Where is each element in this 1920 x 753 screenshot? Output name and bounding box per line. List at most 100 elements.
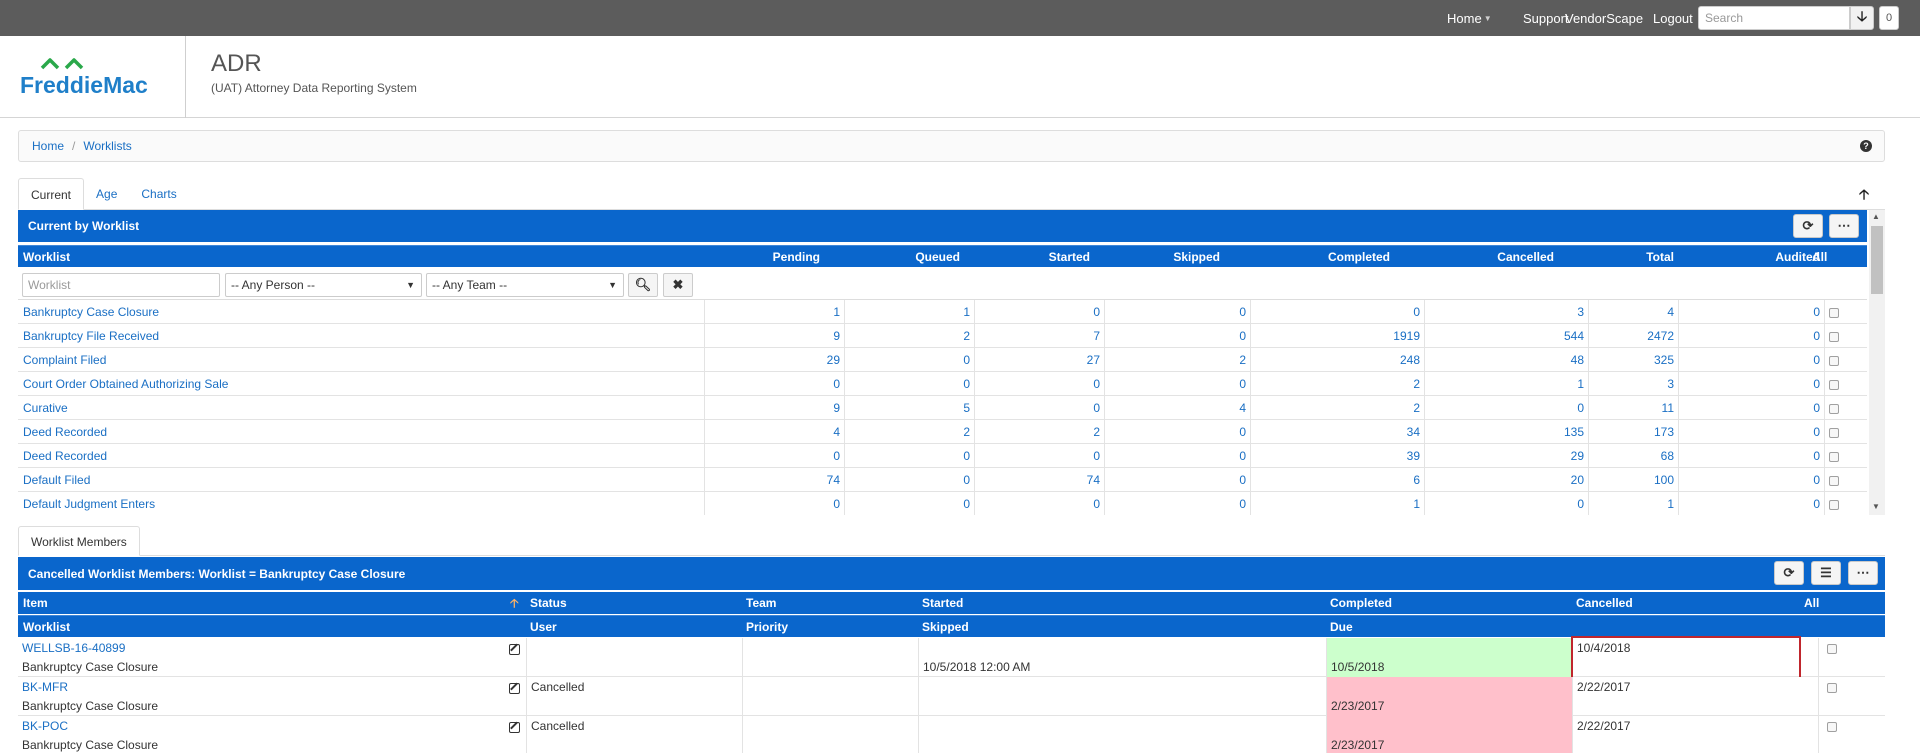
cell-pending[interactable]: 4 [704,420,844,444]
row-select-checkbox[interactable] [1824,372,1867,396]
nav-support[interactable]: Support [1523,0,1569,36]
cell-queued[interactable]: 0 [844,348,974,372]
col-started[interactable]: Started [974,246,1090,268]
nav-vendorscape[interactable]: VendorScape [1565,0,1643,36]
edit-icon[interactable] [509,644,520,655]
cell-audited[interactable]: 0 [1678,396,1824,420]
col-skipped[interactable]: Skipped [1104,246,1220,268]
worklist-link[interactable]: Bankruptcy File Received [18,324,704,348]
cell-skipped[interactable]: 0 [1104,492,1250,515]
cell-pending[interactable]: 74 [704,468,844,492]
members-list-button[interactable]: ☰ [1811,561,1841,585]
cell-completed[interactable]: 39 [1250,444,1424,468]
cell-skipped[interactable]: 0 [1104,324,1250,348]
members-refresh-button[interactable]: ⟳ [1774,561,1804,585]
worklist-link[interactable]: Default Judgment Enters [18,492,704,515]
cell-total[interactable]: 173 [1588,420,1678,444]
cell-audited[interactable]: 0 [1678,348,1824,372]
col-team[interactable]: Team [742,592,776,614]
cell-cancelled[interactable]: 20 [1424,468,1588,492]
col-total[interactable]: Total [1558,246,1674,268]
cell-started[interactable]: 74 [974,468,1104,492]
col-cancelled[interactable]: Cancelled [1572,592,1633,614]
cell-queued[interactable]: 0 [844,492,974,515]
cell-audited[interactable]: 0 [1678,420,1824,444]
cell-total[interactable]: 325 [1588,348,1678,372]
tab-age[interactable]: Age [84,178,129,210]
worklist-link[interactable]: Bankruptcy Case Closure [18,300,704,324]
col-all[interactable]: All [1800,592,1819,614]
cell-pending[interactable]: 0 [704,492,844,515]
cell-skipped[interactable]: 0 [1104,300,1250,324]
cell-queued[interactable]: 2 [844,324,974,348]
col-queued[interactable]: Queued [844,246,960,268]
col-started[interactable]: Started [918,592,963,614]
item-link[interactable]: BK-POC [22,719,68,733]
cell-total[interactable]: 100 [1588,468,1678,492]
nav-vendorscape-label[interactable]: VendorScape [1565,11,1643,26]
breadcrumb-worklists[interactable]: Worklists [83,139,131,153]
refresh-button[interactable]: ⟳ [1793,214,1823,238]
col-audited[interactable]: Audited [1704,246,1820,268]
cell-pending[interactable]: 1 [704,300,844,324]
cell-skipped[interactable]: 4 [1104,396,1250,420]
worklist-link[interactable]: Deed Recorded [18,420,704,444]
row-select-checkbox[interactable] [1824,300,1867,324]
scroll-down-icon[interactable]: ▼ [1872,502,1880,511]
cell-completed[interactable]: 2 [1250,396,1424,420]
col-completed[interactable]: Completed [1274,246,1390,268]
cell-audited[interactable]: 0 [1678,372,1824,396]
worklist-link[interactable]: Curative [18,396,704,420]
cell-started[interactable]: 0 [974,492,1104,515]
col-item[interactable]: Item [23,592,48,614]
cell-total[interactable]: 3 [1588,372,1678,396]
nav-support-label[interactable]: Support [1523,11,1569,26]
person-select[interactable]: -- Any Person -- ▼ [225,273,422,297]
cell-total[interactable]: 1 [1588,492,1678,515]
cell-cancelled[interactable]: 48 [1424,348,1588,372]
cell-cancelled[interactable]: 29 [1424,444,1588,468]
cell-skipped[interactable]: 0 [1104,372,1250,396]
cell-pending[interactable]: 9 [704,324,844,348]
nav-logout-label[interactable]: Logout [1653,11,1693,26]
sort-asc-icon[interactable]: 🡡 [510,592,519,614]
notification-count-badge[interactable]: 0 [1879,6,1899,30]
cell-started[interactable]: 27 [974,348,1104,372]
row-select-checkbox[interactable] [1824,492,1867,515]
help-icon[interactable]: ? [1860,140,1872,152]
cell-completed[interactable]: 6 [1250,468,1424,492]
item-link[interactable]: WELLSB-16-40899 [22,641,125,655]
col-user[interactable]: User [526,616,557,638]
cell-cancelled[interactable]: 0 [1424,492,1588,515]
cell-pending[interactable]: 9 [704,396,844,420]
cell-started[interactable]: 7 [974,324,1104,348]
row-select-checkbox[interactable] [1824,396,1867,420]
cell-total[interactable]: 2472 [1588,324,1678,348]
worklist-link[interactable]: Default Filed [18,468,704,492]
cell-skipped[interactable]: 2 [1104,348,1250,372]
cell-pending[interactable]: 0 [704,372,844,396]
cell-audited[interactable]: 0 [1678,468,1824,492]
members-more-button[interactable]: ⋯ [1848,561,1878,585]
worklist-link[interactable]: Complaint Filed [18,348,704,372]
cell-audited[interactable]: 0 [1678,492,1824,515]
cell-skipped[interactable]: 0 [1104,420,1250,444]
row-select-checkbox[interactable] [1818,716,1885,753]
cell-started[interactable]: 2 [974,420,1104,444]
cell-completed[interactable]: 1919 [1250,324,1424,348]
cell-completed[interactable]: 34 [1250,420,1424,444]
row-select-checkbox[interactable] [1818,638,1885,677]
row-select-checkbox[interactable] [1824,348,1867,372]
row-select-checkbox[interactable] [1824,444,1867,468]
row-select-checkbox[interactable] [1824,324,1867,348]
col-cancelled[interactable]: Cancelled [1438,246,1554,268]
filter-search-button[interactable]: 🔍︎ [628,273,658,297]
scroll-up-icon[interactable]: ▲ [1872,212,1880,221]
more-options-button[interactable]: ⋯ [1829,214,1859,238]
filter-clear-button[interactable]: ✖ [663,273,693,297]
nav-home[interactable]: Home ▼ [1447,0,1492,36]
col-pending[interactable]: Pending [704,246,820,268]
cell-cancelled[interactable]: 135 [1424,420,1588,444]
col-status[interactable]: Status [526,592,567,614]
cell-audited[interactable]: 0 [1678,300,1824,324]
